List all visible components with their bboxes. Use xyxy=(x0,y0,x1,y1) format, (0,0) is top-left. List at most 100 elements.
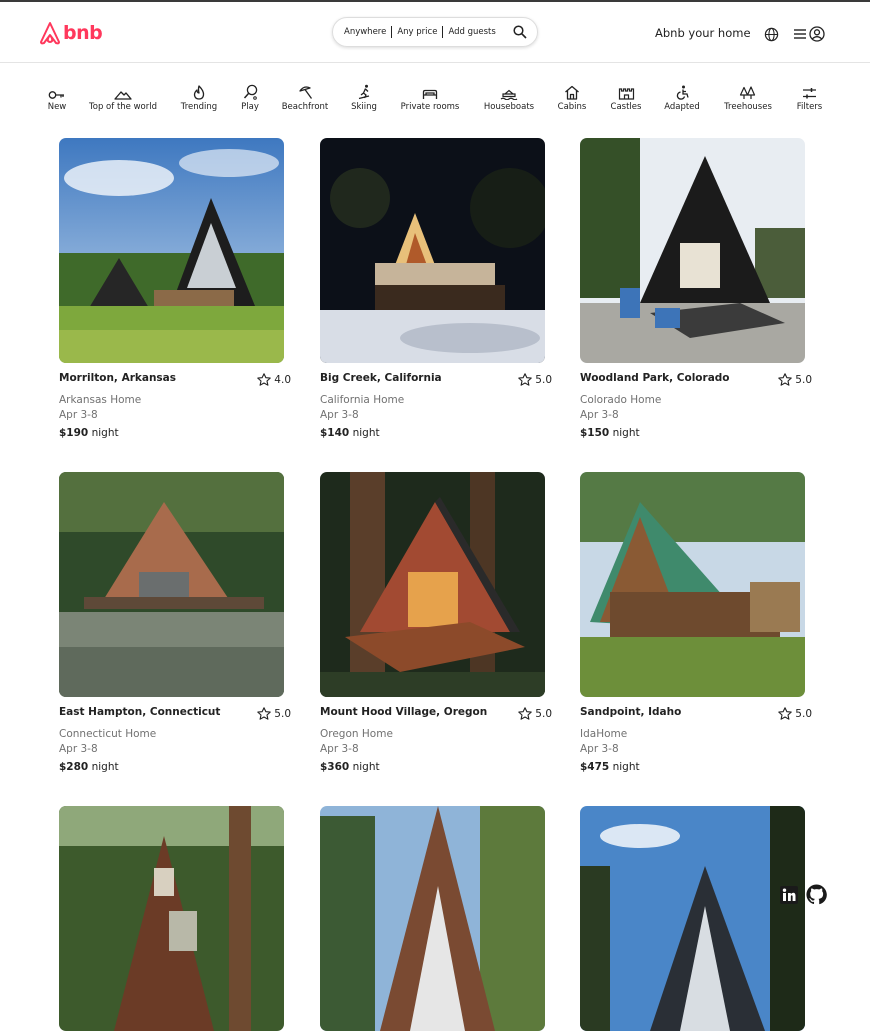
listing-photo[interactable] xyxy=(59,138,284,363)
category-top-of-the-world[interactable]: Top of the world xyxy=(86,84,160,112)
category-houseboats[interactable]: Houseboats xyxy=(480,84,538,112)
rating-value: 5.0 xyxy=(795,707,812,720)
listing-card[interactable]: Mount Hood Village, Oregon 5.0 Oregon Ho… xyxy=(320,472,552,776)
category-label: Castles xyxy=(610,102,642,112)
listing-photo[interactable] xyxy=(59,472,284,697)
price-unit: night xyxy=(91,761,119,773)
listing-photo[interactable] xyxy=(580,138,805,363)
listing-location[interactable]: Mount Hood Village, Oregon xyxy=(320,706,487,718)
category-beachfront[interactable]: Beachfront xyxy=(279,84,331,112)
listing-rating: 5.0 xyxy=(778,707,812,720)
listing-location[interactable]: Woodland Park, Colorado xyxy=(580,372,730,384)
listing-location[interactable]: Morrilton, Arkansas xyxy=(59,372,176,384)
price-unit: night xyxy=(612,427,640,439)
category-label: Houseboats xyxy=(483,102,535,112)
mountain-icon xyxy=(114,91,132,100)
category-castles[interactable]: Castles xyxy=(607,84,645,112)
listing-location[interactable]: East Hampton, Connecticut xyxy=(59,706,220,718)
star-icon xyxy=(257,373,272,386)
price-amount: $280 xyxy=(59,761,89,773)
listing-price: $140 night xyxy=(320,427,380,439)
listing-price: $360 night xyxy=(320,761,380,773)
listing-card[interactable]: East Hampton, Connecticut 5.0 Connecticu… xyxy=(59,472,291,776)
listing-card[interactable] xyxy=(59,806,291,1031)
castle-icon xyxy=(618,88,634,100)
listing-rating: 5.0 xyxy=(778,373,812,386)
star-icon xyxy=(778,707,793,720)
rating-value: 5.0 xyxy=(535,373,552,386)
price-unit: night xyxy=(352,427,380,439)
listing-price: $150 night xyxy=(580,427,640,439)
listing-rating: 4.0 xyxy=(257,373,291,386)
listing-card[interactable]: Sandpoint, Idaho 5.0 IdaHome Apr 3-8 $47… xyxy=(580,472,812,776)
listing-dates: Apr 3-8 xyxy=(59,743,98,755)
listing-photo[interactable] xyxy=(580,472,805,697)
search-add-guests[interactable]: Add guests xyxy=(445,27,498,37)
price-unit: night xyxy=(352,761,380,773)
category-trending[interactable]: Trending xyxy=(179,84,219,112)
sliders-icon xyxy=(803,88,816,99)
category-label: Trending xyxy=(180,102,218,112)
cabin-icon xyxy=(565,85,579,100)
listing-card[interactable] xyxy=(580,806,812,1031)
price-amount: $150 xyxy=(580,427,610,439)
globe-icon[interactable] xyxy=(764,27,779,42)
listing-location[interactable]: Sandpoint, Idaho xyxy=(580,706,681,718)
category-label: Filters xyxy=(796,102,823,112)
search-bar[interactable]: Anywhere Any price Add guests xyxy=(332,17,538,47)
listing-photo[interactable] xyxy=(59,806,284,1031)
listing-dates: Apr 3-8 xyxy=(59,409,98,421)
listing-rating: 5.0 xyxy=(518,373,552,386)
bed-icon xyxy=(422,89,438,99)
github-icon[interactable] xyxy=(806,884,827,905)
listing-card[interactable]: Woodland Park, Colorado 5.0 Colorado Hom… xyxy=(580,138,812,442)
price-amount: $475 xyxy=(580,761,610,773)
listing-photo[interactable] xyxy=(320,806,545,1031)
trees-icon xyxy=(739,86,756,99)
category-cabins[interactable]: Cabins xyxy=(555,84,589,112)
listing-rating: 5.0 xyxy=(518,707,552,720)
listing-price: $475 night xyxy=(580,761,640,773)
category-treehouses[interactable]: Treehouses xyxy=(721,84,775,112)
category-private-rooms[interactable]: Private rooms xyxy=(398,84,462,112)
category-label: Cabins xyxy=(557,102,587,112)
category-play[interactable]: Play xyxy=(238,84,262,112)
listing-location[interactable]: Big Creek, California xyxy=(320,372,442,384)
category-label: Beachfront xyxy=(281,102,329,112)
category-label: Treehouses xyxy=(724,102,772,112)
search-anywhere[interactable]: Anywhere xyxy=(341,27,389,37)
listing-card[interactable]: Morrilton, Arkansas 4.0 Arkansas Home Ap… xyxy=(59,138,291,442)
listing-subtitle: Oregon Home xyxy=(320,728,393,740)
category-label: Play xyxy=(241,102,259,112)
user-avatar-icon xyxy=(809,26,825,42)
listing-subtitle: Connecticut Home xyxy=(59,728,157,740)
category-adapted[interactable]: Adapted xyxy=(661,84,703,112)
key-icon xyxy=(48,91,64,99)
logo-text: bnb xyxy=(63,22,103,44)
flame-icon xyxy=(193,85,205,100)
host-link[interactable]: Abnb your home xyxy=(655,26,751,40)
star-icon xyxy=(518,707,533,720)
listing-rating: 5.0 xyxy=(257,707,291,720)
listing-price: $280 night xyxy=(59,761,119,773)
category-label: Skiing xyxy=(351,102,377,112)
listing-photo[interactable] xyxy=(320,138,545,363)
listing-photo[interactable] xyxy=(320,472,545,697)
linkedin-icon[interactable] xyxy=(780,885,798,904)
price-amount: $140 xyxy=(320,427,350,439)
user-menu-button[interactable] xyxy=(793,26,825,42)
social-links xyxy=(780,884,827,905)
listing-photo[interactable] xyxy=(580,806,805,1031)
search-icon[interactable] xyxy=(513,25,527,39)
logo[interactable]: bnb xyxy=(39,21,103,45)
filters-button[interactable]: Filters xyxy=(794,84,825,112)
listing-card[interactable]: Big Creek, California 5.0 California Hom… xyxy=(320,138,552,442)
search-any-price[interactable]: Any price xyxy=(394,27,440,37)
wheelchair-icon xyxy=(676,85,689,100)
category-skiing[interactable]: Skiing xyxy=(348,84,380,112)
listing-card[interactable] xyxy=(320,806,552,1031)
listing-price: $190 night xyxy=(59,427,119,439)
rating-value: 5.0 xyxy=(795,373,812,386)
category-new[interactable]: New xyxy=(46,84,68,112)
star-icon xyxy=(778,373,793,386)
